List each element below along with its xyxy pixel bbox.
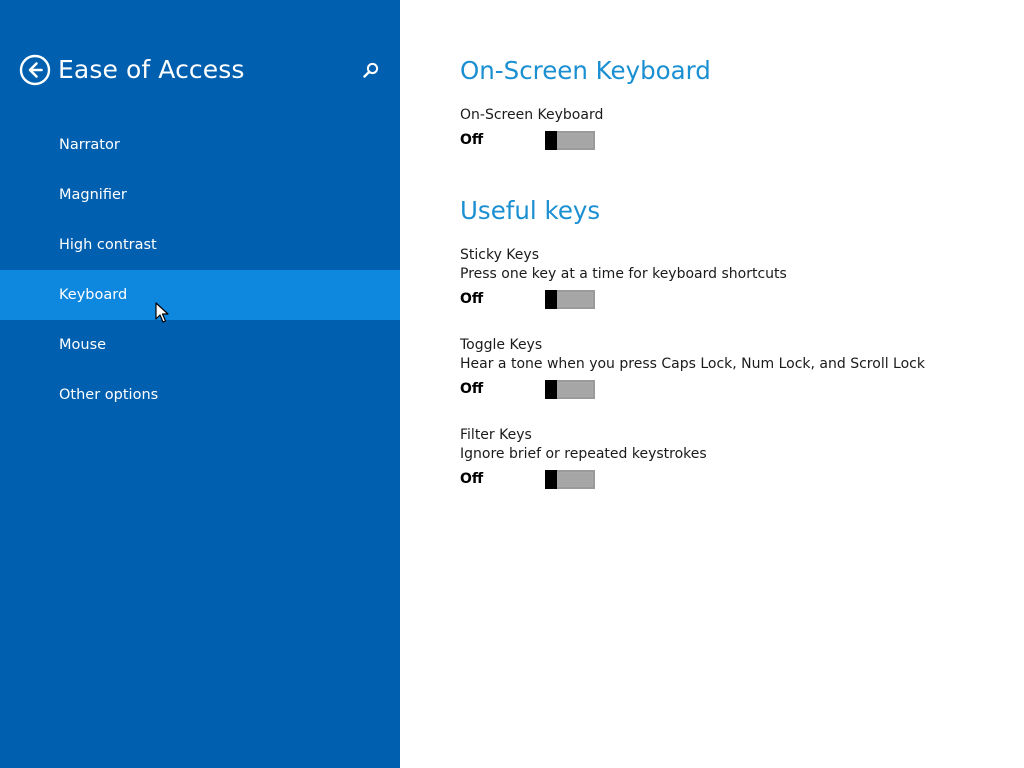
toggle-row: Off bbox=[460, 125, 1000, 155]
toggle-row: Off bbox=[460, 464, 1000, 494]
setting-name: Toggle Keys bbox=[460, 337, 543, 353]
nav-item-label: High contrast bbox=[59, 237, 157, 253]
setting-filter-keys: Filter Keys Ignore brief or repeated key… bbox=[460, 426, 1000, 494]
setting-toggle-keys: Toggle Keys Hear a tone when you press C… bbox=[460, 336, 1000, 404]
sticky-keys-toggle[interactable] bbox=[545, 290, 595, 309]
nav-item-narrator[interactable]: Narrator bbox=[0, 120, 400, 170]
toggle-thumb bbox=[545, 131, 557, 150]
toggle-row: Off bbox=[460, 374, 1000, 404]
nav-list: Narrator Magnifier High contrast Keyboar… bbox=[0, 120, 400, 420]
search-icon bbox=[363, 62, 379, 78]
nav-item-label: Mouse bbox=[59, 337, 107, 353]
on-screen-keyboard-toggle[interactable] bbox=[545, 131, 595, 150]
nav-item-other-options[interactable]: Other options bbox=[0, 370, 400, 420]
nav-item-keyboard[interactable]: Keyboard bbox=[0, 270, 400, 320]
sidebar-title: Ease of Access bbox=[58, 55, 245, 84]
setting-description: Hear a tone when you press Caps Lock, Nu… bbox=[460, 356, 925, 372]
toggle-state-label: Off bbox=[460, 291, 484, 307]
nav-item-high-contrast[interactable]: High contrast bbox=[0, 220, 400, 270]
settings-screen: Ease of Access Narrator Magnifier High c… bbox=[0, 0, 1024, 768]
setting-name: Sticky Keys bbox=[460, 247, 539, 263]
back-arrow-icon bbox=[19, 54, 51, 86]
toggle-state-label: Off bbox=[460, 132, 484, 148]
search-button[interactable] bbox=[360, 60, 382, 82]
setting-description: Press one key at a time for keyboard sho… bbox=[460, 266, 787, 282]
toggle-state-label: Off bbox=[460, 381, 484, 397]
nav-item-label: Other options bbox=[59, 387, 159, 403]
toggle-keys-toggle[interactable] bbox=[545, 380, 595, 399]
setting-on-screen-keyboard: On-Screen Keyboard Off bbox=[460, 106, 1000, 155]
section-heading-useful-keys: Useful keys bbox=[460, 196, 601, 225]
nav-item-label: Narrator bbox=[59, 137, 120, 153]
filter-keys-toggle[interactable] bbox=[545, 470, 595, 489]
section-heading-on-screen-keyboard: On-Screen Keyboard bbox=[460, 56, 711, 85]
toggle-thumb bbox=[545, 290, 557, 309]
setting-name: On-Screen Keyboard bbox=[460, 107, 604, 123]
toggle-thumb bbox=[545, 380, 557, 399]
toggle-state-label: Off bbox=[460, 471, 484, 487]
sidebar: Ease of Access Narrator Magnifier High c… bbox=[0, 0, 400, 768]
toggle-thumb bbox=[545, 470, 557, 489]
content-pane: On-Screen Keyboard On-Screen Keyboard Of… bbox=[460, 0, 1000, 768]
toggle-row: Off bbox=[460, 284, 1000, 314]
nav-item-magnifier[interactable]: Magnifier bbox=[0, 170, 400, 220]
setting-sticky-keys: Sticky Keys Press one key at a time for … bbox=[460, 246, 1000, 314]
back-button[interactable] bbox=[19, 54, 51, 86]
setting-description: Ignore brief or repeated keystrokes bbox=[460, 446, 707, 462]
setting-name: Filter Keys bbox=[460, 427, 532, 443]
nav-item-mouse[interactable]: Mouse bbox=[0, 320, 400, 370]
nav-item-label: Keyboard bbox=[59, 287, 128, 303]
nav-item-label: Magnifier bbox=[59, 187, 127, 203]
